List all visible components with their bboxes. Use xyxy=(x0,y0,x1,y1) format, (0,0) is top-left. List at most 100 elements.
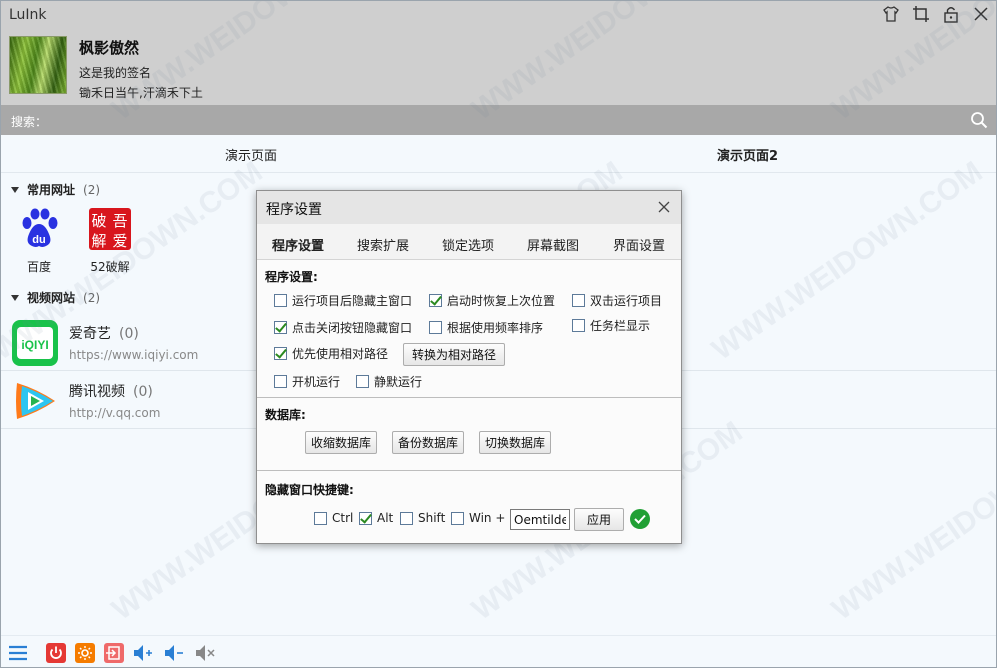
logo-char: 吾 xyxy=(112,212,127,230)
shrink-db-button[interactable]: 收缩数据库 xyxy=(305,431,377,454)
option-label: 根据使用频率排序 xyxy=(447,321,544,335)
option-silent-run[interactable]: 静默运行 xyxy=(356,373,422,390)
switch-db-button[interactable]: 切换数据库 xyxy=(479,431,551,454)
option-double-click-run[interactable]: 双击运行项目 xyxy=(572,292,662,309)
shortcut-baidu[interactable]: du 百度 xyxy=(11,207,67,275)
list-item-url: http://v.qq.com xyxy=(69,406,161,420)
page-tabs: 演示页面 演示页面2 xyxy=(1,135,996,173)
dialog-tab-lock[interactable]: 锁定选项 xyxy=(442,235,494,254)
import-icon[interactable] xyxy=(103,642,125,664)
52pojie-logo-icon: 破 吾 解 爱 xyxy=(89,208,131,250)
dialog-tab-program[interactable]: 程序设置 xyxy=(272,235,324,254)
checkbox[interactable] xyxy=(429,321,442,334)
dialog-tab-search-ext[interactable]: 搜索扩展 xyxy=(357,235,409,254)
convert-relative-path-button[interactable]: 转换为相对路径 xyxy=(403,343,505,366)
checkbox[interactable] xyxy=(274,321,287,334)
volume-down-icon[interactable] xyxy=(163,642,185,664)
menu-icon[interactable] xyxy=(7,642,29,664)
checkbox[interactable] xyxy=(359,511,372,525)
checkbox[interactable] xyxy=(274,347,287,360)
dialog-title: 程序设置 xyxy=(266,202,322,218)
section-program-title: 程序设置: xyxy=(265,270,318,284)
avatar[interactable] xyxy=(9,36,67,94)
group-name: 常用网址 xyxy=(27,183,76,197)
checkbox[interactable] xyxy=(429,294,442,307)
option-close-hides[interactable]: 点击关闭按钮隐藏窗口 xyxy=(274,319,412,336)
section-hotkey-title: 隐藏窗口快捷键: xyxy=(265,483,354,497)
collapse-arrow-icon xyxy=(11,186,19,193)
checkbox[interactable] xyxy=(314,511,327,525)
list-item-name: 爱奇艺 (0) xyxy=(69,323,139,343)
group-name: 视频网站 xyxy=(27,291,76,305)
option-label: 点击关闭按钮隐藏窗口 xyxy=(292,321,413,335)
option-label: 启动时恢复上次位置 xyxy=(447,294,556,308)
option-hide-after-run[interactable]: 运行项目后隐藏主窗口 xyxy=(274,292,412,309)
group-count: (2) xyxy=(83,290,101,305)
dialog-tab-ui[interactable]: 界面设置 xyxy=(613,235,665,254)
option-label: 静默运行 xyxy=(374,375,423,389)
checkbox[interactable] xyxy=(274,375,287,388)
crop-icon[interactable] xyxy=(912,5,930,23)
close-icon[interactable] xyxy=(972,5,990,23)
tencent-video-icon xyxy=(16,383,55,419)
hotkey-key-input[interactable] xyxy=(510,509,570,530)
option-label: 运行项目后隐藏主窗口 xyxy=(292,294,413,308)
signature-line-2: 锄禾日当午,汗滴禾下土 xyxy=(79,86,203,100)
watermark-text: WWW.WEIDOWN.COM xyxy=(826,415,996,626)
checkbox[interactable] xyxy=(572,294,585,307)
option-taskbar-show[interactable]: 任务栏显示 xyxy=(572,317,650,334)
volume-up-icon[interactable] xyxy=(132,642,154,664)
hotkey-alt[interactable]: Alt xyxy=(359,511,393,525)
item-count: (0) xyxy=(119,326,139,342)
group-header-common[interactable]: 常用网址 (2) xyxy=(11,181,100,198)
search-icon[interactable] xyxy=(970,111,988,129)
mute-icon[interactable] xyxy=(194,642,216,664)
checkbox[interactable] xyxy=(274,294,287,307)
hotkey-shift[interactable]: Shift xyxy=(400,511,445,525)
dialog-close-icon[interactable] xyxy=(657,200,671,214)
settings-sun-icon[interactable] xyxy=(74,642,96,664)
baidu-paw-icon: du xyxy=(22,208,58,247)
hotkey-label: Shift xyxy=(418,511,446,525)
apply-hotkey-button[interactable]: 应用 xyxy=(574,508,624,531)
iqiyi-icon: iQIYI xyxy=(12,320,58,366)
lock-icon[interactable] xyxy=(942,5,960,23)
search-input[interactable] xyxy=(53,109,953,131)
option-label: 开机运行 xyxy=(292,375,341,389)
hotkey-win[interactable]: Win + xyxy=(451,511,505,525)
dialog-tab-screenshot[interactable]: 屏幕截图 xyxy=(527,235,579,254)
hotkey-label: Win + xyxy=(469,511,506,525)
group-count: (2) xyxy=(83,182,101,197)
option-auto-start[interactable]: 开机运行 xyxy=(274,373,340,390)
app-title: LuInk xyxy=(9,7,47,23)
window-controls xyxy=(882,5,990,23)
baidu-du-text: du xyxy=(32,234,45,246)
hotkey-ctrl[interactable]: Ctrl xyxy=(314,511,353,525)
divider xyxy=(257,470,681,471)
shortcut-52pojie[interactable]: 破 吾 解 爱 52破解 xyxy=(82,207,138,275)
checkbox[interactable] xyxy=(451,511,464,525)
search-bar: 搜索： xyxy=(1,105,996,135)
backup-db-button[interactable]: 备份数据库 xyxy=(392,431,464,454)
hotkey-label: Ctrl xyxy=(332,511,354,525)
option-restore-position[interactable]: 启动时恢复上次位置 xyxy=(429,292,555,309)
power-icon[interactable] xyxy=(45,642,67,664)
tab-page-1[interactable]: 演示页面 xyxy=(225,145,277,164)
option-sort-by-frequency[interactable]: 根据使用频率排序 xyxy=(429,319,543,336)
iqiyi-text: iQIYI xyxy=(21,338,48,352)
item-name-text: 腾讯视频 xyxy=(69,384,125,400)
logo-char: 破 xyxy=(91,212,106,230)
settings-dialog: 程序设置 程序设置 搜索扩展 锁定选项 屏幕截图 界面设置 程序设置: 运行项目… xyxy=(256,190,682,544)
checkbox[interactable] xyxy=(572,319,585,332)
dialog-tabs: 程序设置 搜索扩展 锁定选项 屏幕截图 界面设置 xyxy=(257,224,681,260)
shortcut-label: 百度 xyxy=(26,260,51,274)
tab-page-2[interactable]: 演示页面2 xyxy=(717,145,778,164)
item-name-text: 爱奇艺 xyxy=(69,326,111,342)
checkbox[interactable] xyxy=(400,511,413,525)
search-label: 搜索： xyxy=(11,115,48,129)
group-header-video[interactable]: 视频网站 (2) xyxy=(11,289,100,306)
item-count: (0) xyxy=(133,384,153,400)
option-relative-path[interactable]: 优先使用相对路径 xyxy=(274,345,388,362)
checkbox[interactable] xyxy=(356,375,369,388)
skin-icon[interactable] xyxy=(882,5,900,23)
